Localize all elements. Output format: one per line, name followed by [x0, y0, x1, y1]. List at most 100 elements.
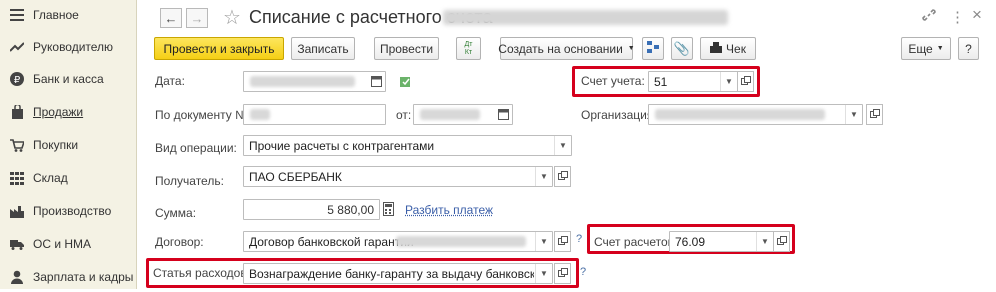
chevron-down-icon[interactable]: ▼ [720, 72, 737, 91]
settle-account-open-button[interactable] [773, 231, 790, 252]
expense-open-button[interactable] [554, 263, 571, 284]
sidebar-item-purchases[interactable]: Покупки [0, 130, 137, 160]
help-button[interactable]: ? [958, 37, 979, 60]
open-icon [869, 108, 880, 122]
open-icon [776, 235, 787, 249]
person-icon [10, 270, 24, 284]
cart-icon [10, 138, 24, 152]
op-type-select[interactable]: Прочие расчеты с контрагентами ▼ [243, 135, 572, 156]
attach-button[interactable]: 📎 [671, 37, 693, 60]
org-open-button[interactable] [866, 104, 883, 125]
arrow-right-icon: → [190, 10, 204, 26]
chevron-down-icon[interactable]: ▼ [535, 167, 552, 186]
post-and-close-button[interactable]: Провести и закрыть [154, 37, 284, 60]
sidebar-item-bank[interactable]: ₽ Банк и касса [0, 64, 137, 94]
sidebar-item-manager[interactable]: Руководителю [0, 32, 137, 62]
amount-value: 5 880,00 [327, 203, 374, 217]
sidebar-item-label: Покупки [33, 138, 79, 152]
calculator-icon[interactable] [383, 202, 394, 219]
menu-icon [10, 8, 24, 22]
expense-label: Статья расходов: [153, 266, 251, 280]
sidebar-item-production[interactable]: Производство [0, 196, 137, 226]
chevron-down-icon[interactable]: ▼ [756, 232, 773, 251]
structure-button[interactable] [642, 37, 664, 60]
chevron-down-icon[interactable]: ▼ [535, 264, 552, 283]
forward-button[interactable]: → [186, 8, 208, 28]
structure-icon [647, 41, 659, 56]
sidebar-item-salary[interactable]: Зарплата и кадры [0, 262, 137, 292]
account-field[interactable]: 51 ▼ [648, 71, 738, 92]
contract-value: Договор банковской гарантии [249, 235, 414, 249]
save-button[interactable]: Записать [291, 37, 355, 60]
settle-account-label: Счет расчетов: [594, 235, 678, 249]
chevron-down-icon[interactable]: ▼ [554, 136, 571, 155]
doc-number-label: По документу №: [155, 108, 252, 122]
dtkt-icon: Дт Кт [464, 40, 473, 56]
grid-icon [10, 171, 24, 185]
star-icon[interactable]: ☆ [223, 5, 241, 30]
doc-number-redacted [250, 109, 270, 120]
sidebar-item-assets[interactable]: ОС и НМА [0, 229, 137, 259]
open-icon [557, 235, 568, 249]
account-value: 51 [654, 75, 668, 89]
more-button[interactable]: Еще ▼ [901, 37, 951, 60]
contract-label: Договор: [155, 235, 204, 249]
recipient-field[interactable]: ПАО СБЕРБАНК ▼ [243, 166, 553, 187]
org-field[interactable]: ▼ [648, 104, 863, 125]
doc-date-field[interactable] [413, 104, 513, 125]
back-button[interactable]: ← [160, 8, 182, 28]
expense-field[interactable]: Вознаграждение банку-гаранту за выдачу б… [243, 263, 553, 284]
from-label: от: [396, 108, 412, 122]
arrow-left-icon: ← [164, 10, 178, 26]
chevron-down-icon[interactable]: ▼ [535, 232, 552, 251]
sidebar-item-main[interactable]: Главное [0, 0, 137, 30]
dtkt-button[interactable]: Дт Кт [456, 37, 481, 60]
account-open-button[interactable] [737, 71, 754, 92]
sidebar-item-label: Банк и касса [33, 72, 104, 86]
sidebar-item-label: Производство [33, 204, 112, 218]
expense-help-icon[interactable]: ? [580, 266, 586, 278]
contract-field[interactable]: Договор банковской гарантии ▼ [243, 231, 553, 252]
expense-value: Вознаграждение банку-гаранту за выдачу б… [249, 267, 534, 281]
link-icon[interactable] [922, 8, 936, 25]
factory-icon [10, 204, 24, 218]
sidebar-item-warehouse[interactable]: Склад [0, 163, 137, 193]
calendar-icon [498, 108, 509, 123]
date-field[interactable] [243, 71, 386, 92]
more-vert-icon[interactable]: ⋮ [950, 8, 965, 26]
date-redacted [250, 76, 355, 87]
paperclip-icon: 📎 [673, 40, 691, 56]
open-icon [740, 75, 751, 89]
settle-account-field[interactable]: 76.09 ▼ [669, 231, 774, 252]
truck-icon [10, 237, 24, 251]
chevron-down-icon[interactable]: ▼ [845, 105, 862, 124]
bag-icon [10, 105, 24, 119]
contract-redacted [396, 236, 526, 247]
sidebar-item-label: Склад [33, 171, 68, 185]
split-payment-link[interactable]: Разбить платеж [405, 203, 493, 217]
contract-open-button[interactable] [554, 231, 571, 252]
title-bar: ← → ☆ Списание с расчетного счета ⋮ × [138, 0, 996, 34]
amount-field[interactable]: 5 880,00 [243, 199, 380, 220]
chevron-down-icon: ▼ [627, 45, 635, 52]
op-type-label: Вид операции: [155, 141, 237, 155]
receipt-button[interactable]: Чек [700, 37, 756, 60]
title-redacted [443, 10, 728, 25]
date-label: Дата: [155, 74, 185, 88]
settle-account-value: 76.09 [675, 235, 706, 249]
recipient-open-button[interactable] [554, 166, 571, 187]
ruble-icon: ₽ [10, 72, 24, 86]
sidebar-item-label: Руководителю [33, 40, 114, 54]
sidebar-item-sales[interactable]: Продажи [0, 97, 137, 127]
cash-register-icon [710, 41, 723, 56]
open-icon [557, 267, 568, 281]
doc-number-field[interactable] [243, 104, 386, 125]
close-icon[interactable]: × [972, 5, 982, 25]
create-based-on-button[interactable]: Создать на основании ▼ [498, 37, 635, 60]
document-form: ← → ☆ Списание с расчетного счета ⋮ × Пр… [138, 0, 996, 289]
post-button[interactable]: Провести [374, 37, 439, 60]
post-status-icon [400, 76, 413, 91]
contract-help-icon[interactable]: ? [576, 233, 582, 245]
sidebar-item-label: Продажи [33, 105, 84, 119]
account-label: Счет учета: [581, 74, 645, 88]
